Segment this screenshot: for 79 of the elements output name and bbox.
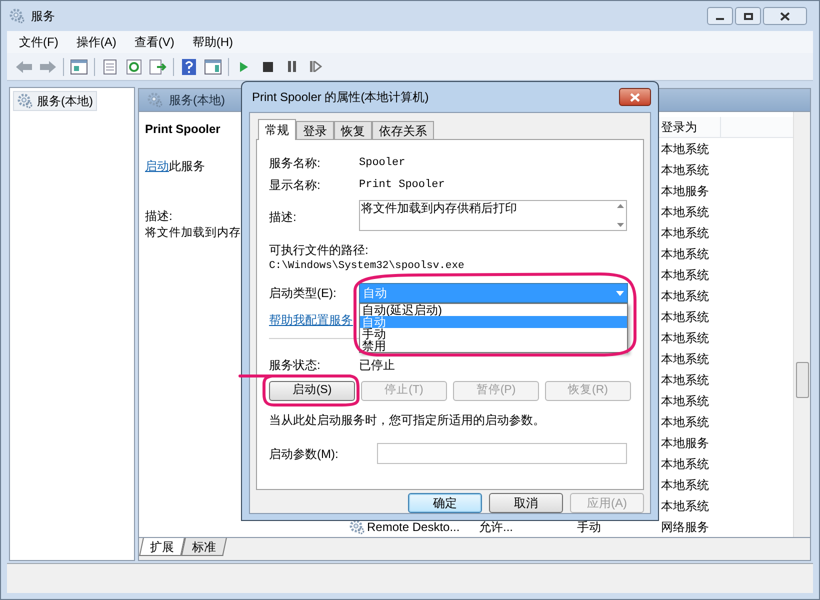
table-cell: 本地服务 (661, 184, 709, 198)
description-box[interactable]: 将文件加载到内存供稍后打印 (359, 200, 627, 231)
table-cell: 本地系统 (661, 226, 709, 240)
dialog-button[interactable]: 取消 (489, 493, 563, 513)
table-cell: 本地系统 (661, 498, 709, 512)
menu-item[interactable]: 操作(A) (76, 33, 116, 51)
table-cell: 网络服务 (661, 520, 709, 534)
view-tab[interactable]: 标准 (181, 538, 227, 556)
resume-icon (310, 61, 322, 72)
table-cell: 本地系统 (661, 142, 709, 156)
scroll-down-icon[interactable] (616, 223, 624, 227)
service-name: Print Spooler (145, 121, 222, 138)
menu-item[interactable]: 查看(V) (134, 33, 174, 51)
field-value: Print Spooler (359, 178, 445, 193)
table-cell: 本地系统 (661, 268, 709, 282)
dialog-button[interactable]: 确定 (408, 493, 482, 513)
table-cell: 本地系统 (661, 288, 709, 302)
field-label: 服务名称: (269, 155, 322, 172)
view-tab[interactable]: 扩展 (139, 538, 185, 556)
parameters-field[interactable] (377, 443, 627, 464)
table-cell-text: Remote Deskto... (367, 518, 460, 536)
field-label: 启动类型(E): (269, 285, 338, 302)
table-cell: 手动 (577, 520, 601, 534)
table-cell: 本地服务 (661, 436, 709, 450)
field-label: 启动参数(M): (269, 446, 340, 462)
dialog-tab[interactable]: 常规 (258, 119, 296, 140)
status-value: 已停止 (359, 357, 395, 374)
help-link[interactable]: 帮助我配置服务 (269, 311, 353, 329)
table-cell: 本地系统 (661, 394, 709, 408)
field-value: Spooler (359, 156, 406, 171)
table-cell: 本地系统 (661, 246, 709, 260)
description-text: 将文件加载到内存 (145, 226, 242, 241)
service-button[interactable]: 启动(S) (269, 381, 355, 401)
close-icon (780, 12, 790, 20)
close-button[interactable] (619, 88, 651, 106)
table-cell: 本地系统 (661, 310, 709, 324)
table-cell: 本地系统 (661, 372, 709, 386)
start-service-text: 启动此服务 (145, 158, 206, 175)
minimize-button[interactable] (707, 7, 733, 25)
table-cell: 本地系统 (661, 330, 709, 344)
dropdown-arrow-icon (616, 290, 624, 296)
field-label: 服务状态: (269, 357, 322, 374)
services-icon (9, 8, 25, 24)
menu-item[interactable]: 帮助(H) (192, 33, 233, 51)
hint-text: 当从此处启动服务时，您可指定所适用的启动参数。 (269, 412, 546, 429)
path-value: C:\Windows\System32\spoolsv.exe (269, 259, 466, 273)
start-link[interactable]: 启动 (145, 159, 169, 173)
dialog-title: Print Spooler 的属性(本地计算机) (252, 89, 429, 106)
pause-icon (287, 61, 297, 72)
dialog-tab[interactable]: 恢复 (334, 121, 372, 139)
tree-item[interactable]: 服务(本地) (13, 91, 97, 111)
play-icon (239, 60, 249, 72)
close-icon (630, 92, 640, 102)
dropdown-option[interactable]: 禁用 (360, 340, 627, 352)
table-cell: 允许... (479, 520, 514, 534)
table-cell: 本地系统 (661, 414, 709, 428)
window-title: 服务 (31, 8, 55, 25)
table-cell: 本地系统 (661, 352, 709, 366)
table-cell: 本地系统 (661, 204, 709, 218)
dialog-tab[interactable]: 登录 (296, 121, 334, 139)
description-label: 描述: (145, 208, 174, 225)
menu-item[interactable]: 文件(F) (19, 33, 58, 51)
scroll-up-icon[interactable] (616, 204, 624, 208)
field-label: 显示名称: (269, 177, 322, 194)
pane-title: 服务(本地) (169, 92, 225, 109)
scrollbar[interactable] (793, 112, 810, 537)
service-icon (349, 518, 365, 534)
close-button[interactable] (763, 7, 807, 25)
dialog-tab[interactable]: 依存关系 (372, 121, 434, 139)
field-label: 描述: (269, 209, 298, 226)
table-cell: 本地系统 (661, 478, 709, 492)
dropdown-option[interactable]: 手动 (360, 328, 627, 340)
field-label: 可执行文件的路径: (269, 242, 370, 259)
table-cell: 本地系统 (661, 162, 709, 176)
gear-icon (17, 93, 33, 109)
table-cell: 本地系统 (661, 456, 709, 470)
gear-icon (147, 92, 163, 108)
stop-icon (263, 62, 273, 72)
maximize-button[interactable] (735, 7, 761, 25)
